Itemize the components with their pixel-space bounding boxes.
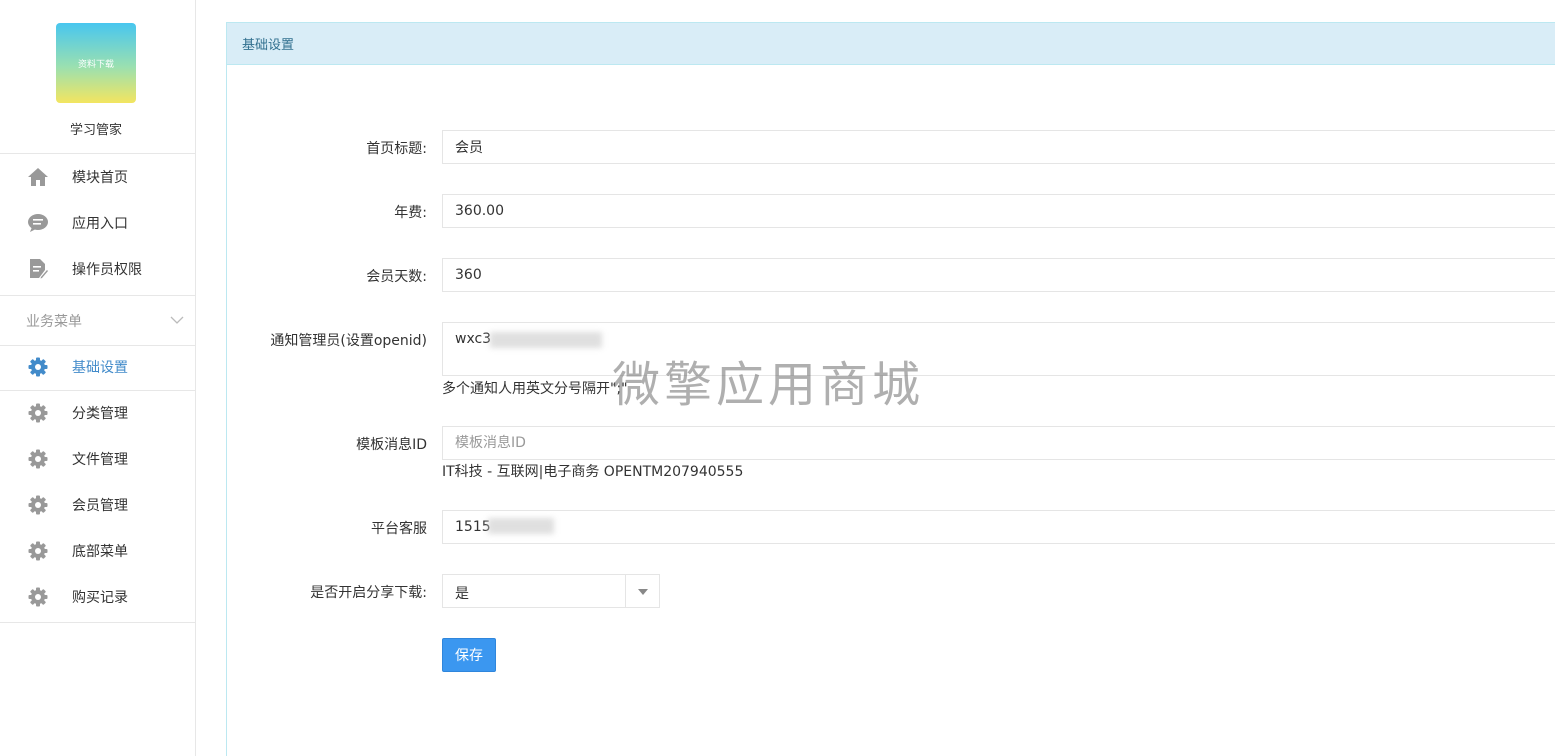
template-id-label: 模板消息ID bbox=[356, 437, 427, 453]
save-button[interactable]: 保存 bbox=[442, 638, 496, 672]
sidebar-item-label: 操作员权限 bbox=[72, 262, 142, 278]
sidebar-section-business-menu[interactable]: 业务菜单 bbox=[0, 295, 195, 346]
sidebar-item-operator-permissions[interactable]: 操作员权限 bbox=[0, 246, 195, 292]
customer-service-label: 平台客服 bbox=[371, 521, 427, 537]
sidebar-item-purchase-records[interactable]: 购买记录 bbox=[0, 574, 195, 620]
app-logo[interactable]: 资料下载 bbox=[56, 23, 136, 103]
sidebar-item-basic-settings[interactable]: 基础设置 bbox=[0, 344, 195, 390]
panel-title: 基础设置 bbox=[242, 38, 295, 53]
share-download-label: 是否开启分享下载: bbox=[310, 585, 427, 601]
section-label: 业务菜单 bbox=[26, 313, 82, 330]
template-id-help: IT科技 - 互联网|电子商务 OPENTM207940555 bbox=[442, 464, 744, 480]
select-divider bbox=[625, 575, 626, 607]
gear-icon bbox=[27, 448, 49, 470]
chevron-down-icon bbox=[169, 312, 185, 328]
sidebar-item-category-management[interactable]: 分类管理 bbox=[0, 390, 195, 436]
sidebar: 资料下载 学习管家 模块首页 应用入口 操作员权限 业务菜单 基础设置 分类管理… bbox=[0, 0, 196, 756]
sidebar-item-app-entry[interactable]: 应用入口 bbox=[0, 200, 195, 246]
share-download-select[interactable]: 是 bbox=[442, 574, 660, 608]
gear-icon bbox=[27, 402, 49, 424]
notify-admin-label: 通知管理员(设置openid) bbox=[270, 333, 427, 349]
sidebar-item-label: 文件管理 bbox=[72, 452, 128, 468]
panel-header: 基础设置 bbox=[227, 23, 1555, 65]
sidebar-item-bottom-menu[interactable]: 底部菜单 bbox=[0, 528, 195, 574]
template-id-input[interactable] bbox=[442, 426, 1555, 460]
member-days-input[interactable] bbox=[442, 258, 1555, 292]
gear-icon bbox=[27, 586, 49, 608]
sidebar-item-label: 底部菜单 bbox=[72, 544, 128, 560]
gear-icon bbox=[27, 356, 49, 378]
divider bbox=[0, 622, 195, 623]
share-download-selected: 是 bbox=[455, 586, 469, 602]
sidebar-item-label: 分类管理 bbox=[72, 406, 128, 422]
home-icon bbox=[27, 166, 49, 188]
sidebar-item-label: 应用入口 bbox=[72, 216, 128, 232]
home-title-input[interactable] bbox=[442, 130, 1555, 164]
gear-icon bbox=[27, 540, 49, 562]
sidebar-item-label: 会员管理 bbox=[72, 498, 128, 514]
app-name: 学习管家 bbox=[69, 123, 122, 138]
sidebar-item-label: 基础设置 bbox=[72, 360, 128, 376]
redacted-blur bbox=[490, 332, 602, 348]
chat-bubble-icon bbox=[27, 212, 49, 234]
notify-admin-textarea[interactable]: wxc3 bbox=[442, 322, 1555, 376]
notify-admin-help: 多个通知人用英文分号隔开";" bbox=[442, 381, 628, 397]
sidebar-item-module-home[interactable]: 模块首页 bbox=[0, 154, 195, 200]
sidebar-item-member-management[interactable]: 会员管理 bbox=[0, 482, 195, 528]
home-title-label: 首页标题: bbox=[366, 141, 427, 157]
redacted-blur bbox=[488, 518, 554, 534]
member-days-label: 会员天数: bbox=[366, 269, 427, 285]
annual-fee-input[interactable] bbox=[442, 194, 1555, 228]
gear-icon bbox=[27, 494, 49, 516]
document-edit-icon bbox=[27, 258, 49, 280]
caret-down-icon bbox=[638, 589, 648, 595]
customer-service-input[interactable] bbox=[442, 510, 1555, 544]
app-logo-text: 资料下载 bbox=[77, 59, 114, 70]
sidebar-item-label: 购买记录 bbox=[72, 590, 128, 606]
sidebar-item-label: 模块首页 bbox=[72, 170, 128, 186]
watermark: 微擎应用商城 bbox=[612, 357, 925, 413]
annual-fee-label: 年费: bbox=[394, 205, 427, 221]
sidebar-item-file-management[interactable]: 文件管理 bbox=[0, 436, 195, 482]
